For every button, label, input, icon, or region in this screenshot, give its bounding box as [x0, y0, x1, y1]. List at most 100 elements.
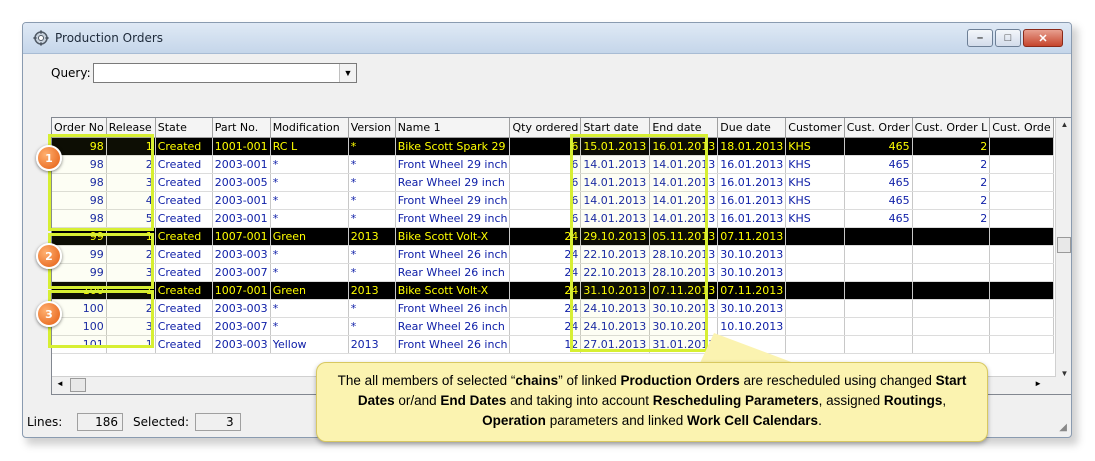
cell-customer[interactable]: KHS [785, 191, 845, 210]
cell-customer[interactable] [785, 299, 845, 318]
column-header[interactable]: Cust. Order L [912, 118, 991, 138]
table-row[interactable]: 100 2 Created 2003-003 * * Front Wheel 26 inch… [52, 299, 1054, 318]
cell-name[interactable]: Front Wheel 26 inch [395, 299, 511, 318]
minimize-button[interactable]: – [967, 29, 993, 47]
cell-cust-order[interactable]: 465 [844, 137, 913, 156]
cell-name[interactable]: Rear Wheel 26 inch [395, 317, 511, 336]
column-header[interactable]: Cust. Orde [989, 118, 1054, 138]
cell-cust-order-l[interactable] [912, 317, 991, 336]
cell-mod[interactable]: * [270, 317, 349, 336]
cell-cust-order[interactable] [844, 281, 913, 300]
cell-state[interactable]: Created [155, 227, 213, 246]
maximize-button[interactable]: □ [995, 29, 1021, 47]
cell-version[interactable]: * [348, 317, 396, 336]
cell-customer[interactable]: KHS [785, 173, 845, 192]
cell-part[interactable]: 1001-001 [212, 137, 271, 156]
cell-cust-orde[interactable] [989, 299, 1054, 318]
cell-name[interactable]: Bike Scott Spark 29 [395, 137, 511, 156]
cell-version[interactable]: 2013 [348, 227, 396, 246]
cell-cust-order[interactable]: 465 [844, 173, 913, 192]
cell-mod[interactable]: * [270, 209, 349, 228]
cell-cust-order-l[interactable]: 2 [912, 209, 991, 228]
cell-version[interactable]: 2013 [348, 335, 396, 354]
cell-customer[interactable]: KHS [785, 155, 845, 174]
cell-name[interactable]: Bike Scott Volt-X [395, 281, 511, 300]
cell-part[interactable]: 1007-001 [212, 281, 271, 300]
cell-state[interactable]: Created [155, 209, 213, 228]
cell-due[interactable]: 30.10.2013 [717, 245, 787, 264]
cell-cust-order-l[interactable] [912, 299, 991, 318]
cell-mod[interactable]: * [270, 245, 349, 264]
cell-customer[interactable] [785, 335, 845, 354]
scroll-thumb[interactable] [1057, 237, 1071, 253]
title-bar[interactable]: Production Orders – □ ✕ [23, 23, 1071, 54]
cell-due[interactable]: 30.10.2013 [717, 263, 787, 282]
cell-due[interactable]: 16.01.2013 [717, 191, 787, 210]
cell-mod[interactable]: RC L [270, 137, 349, 156]
column-header[interactable]: Version [348, 118, 396, 138]
cell-cust-order[interactable] [844, 317, 913, 336]
close-button[interactable]: ✕ [1023, 29, 1063, 47]
cell-name[interactable]: Bike Scott Volt-X [395, 227, 511, 246]
cell-cust-orde[interactable] [989, 209, 1054, 228]
cell-state[interactable]: Created [155, 335, 213, 354]
cell-due[interactable]: 18.01.2013 [717, 137, 787, 156]
cell-name[interactable]: Front Wheel 29 inch [395, 155, 511, 174]
cell-due[interactable]: 16.01.2013 [717, 155, 787, 174]
vertical-scrollbar[interactable]: ▲ ▼ [1055, 118, 1071, 394]
column-header[interactable]: Due date [717, 118, 787, 138]
cell-cust-orde[interactable] [989, 281, 1054, 300]
cell-cust-orde[interactable] [989, 173, 1054, 192]
cell-cust-orde[interactable] [989, 191, 1054, 210]
column-header[interactable]: Part No. [212, 118, 271, 138]
cell-state[interactable]: Created [155, 263, 213, 282]
horizontal-scroll-thumb[interactable] [70, 378, 86, 392]
table-row[interactable]: 99 2 Created 2003-003 * * Front Wheel 26 inch 2… [52, 245, 1054, 264]
cell-cust-order-l[interactable] [912, 335, 991, 354]
cell-state[interactable]: Created [155, 173, 213, 192]
cell-cust-order-l[interactable] [912, 281, 991, 300]
column-header[interactable]: Modification [270, 118, 349, 138]
resize-grip-icon[interactable]: ◢ [1059, 422, 1067, 433]
scroll-up-icon[interactable]: ▲ [1056, 120, 1071, 129]
cell-version[interactable]: * [348, 299, 396, 318]
cell-mod[interactable]: Yellow [270, 335, 349, 354]
cell-cust-order-l[interactable] [912, 227, 991, 246]
cell-customer[interactable] [785, 245, 845, 264]
cell-state[interactable]: Created [155, 299, 213, 318]
cell-cust-orde[interactable] [989, 335, 1054, 354]
cell-customer[interactable]: KHS [785, 209, 845, 228]
cell-state[interactable]: Created [155, 317, 213, 336]
cell-part[interactable]: 2003-007 [212, 263, 271, 282]
cell-part[interactable]: 2003-001 [212, 191, 271, 210]
column-header[interactable]: Customer [785, 118, 845, 138]
table-row[interactable]: 98 5 Created 2003-001 * * Front Wheel 29 inch 6… [52, 209, 1054, 228]
cell-cust-order-l[interactable]: 2 [912, 173, 991, 192]
cell-due[interactable]: 07.11.2013 [717, 281, 787, 300]
table-row[interactable]: 101 1 Created 2003-003 Yellow 2013 Front Wheel… [52, 335, 1054, 354]
cell-part[interactable]: 2003-005 [212, 173, 271, 192]
column-header[interactable]: Name 1 [395, 118, 511, 138]
cell-mod[interactable]: * [270, 173, 349, 192]
cell-customer[interactable] [785, 317, 845, 336]
cell-part[interactable]: 2003-007 [212, 317, 271, 336]
cell-version[interactable]: * [348, 155, 396, 174]
cell-version[interactable]: * [348, 137, 396, 156]
cell-part[interactable]: 1007-001 [212, 227, 271, 246]
cell-customer[interactable] [785, 281, 845, 300]
cell-cust-order[interactable]: 465 [844, 155, 913, 174]
cell-part[interactable]: 2003-003 [212, 245, 271, 264]
cell-cust-order[interactable]: 465 [844, 209, 913, 228]
scroll-down-icon[interactable]: ▼ [1056, 369, 1071, 378]
cell-mod[interactable]: * [270, 263, 349, 282]
cell-mod[interactable]: * [270, 191, 349, 210]
cell-cust-order[interactable] [844, 245, 913, 264]
cell-part[interactable]: 2003-003 [212, 299, 271, 318]
cell-mod[interactable]: * [270, 155, 349, 174]
cell-version[interactable]: * [348, 191, 396, 210]
cell-part[interactable]: 2003-001 [212, 155, 271, 174]
cell-cust-order-l[interactable] [912, 245, 991, 264]
cell-cust-order-l[interactable]: 2 [912, 191, 991, 210]
cell-state[interactable]: Created [155, 137, 213, 156]
cell-cust-order[interactable] [844, 335, 913, 354]
